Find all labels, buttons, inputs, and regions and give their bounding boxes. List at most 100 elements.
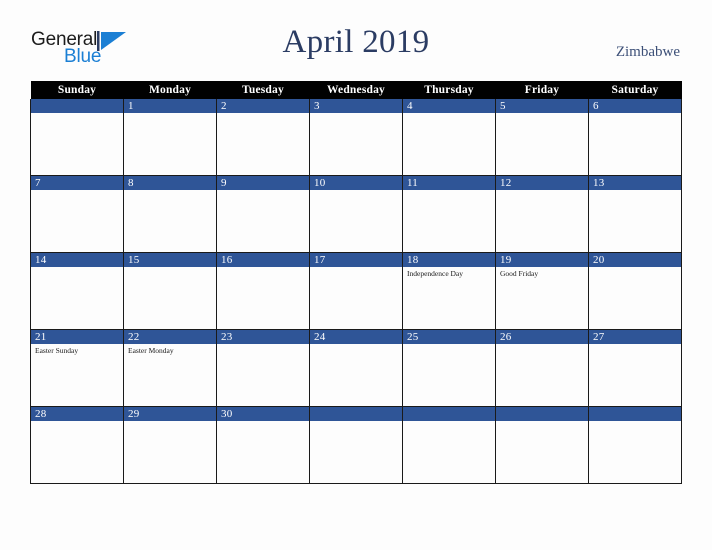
calendar-day-cell[interactable]: 20 — [588, 252, 682, 330]
day-number: 27 — [589, 330, 681, 344]
day-cell-content: 28 — [31, 407, 123, 483]
weekday-header-tuesday: Tuesday — [216, 81, 310, 99]
day-cell-content — [31, 99, 123, 175]
calendar-day-cell[interactable] — [402, 406, 496, 484]
day-cell-content: 24 — [310, 330, 402, 406]
calendar-day-cell[interactable]: 15 — [123, 252, 217, 330]
calendar-day-cell[interactable]: 21 Easter Sunday — [30, 329, 124, 407]
day-number: 17 — [310, 253, 402, 267]
day-cell-content: 8 — [124, 176, 216, 252]
day-cell-content: 16 — [217, 253, 309, 329]
calendar-day-cell[interactable] — [495, 406, 589, 484]
calendar-day-cell[interactable]: 6 — [588, 99, 682, 176]
day-cell-content: 2 — [217, 99, 309, 175]
day-events — [31, 267, 123, 269]
calendar-day-cell[interactable]: 19 Good Friday — [495, 252, 589, 330]
calendar-day-cell[interactable]: 16 — [216, 252, 310, 330]
day-cell-content: 25 — [403, 330, 495, 406]
day-cell-content: 13 — [589, 176, 681, 252]
day-number — [31, 99, 123, 113]
day-number: 28 — [31, 407, 123, 421]
calendar-day-cell[interactable]: 14 — [30, 252, 124, 330]
calendar-day-cell[interactable]: 7 — [30, 175, 124, 253]
day-number — [403, 407, 495, 421]
page-header: General Blue April 2019 Zimbabwe — [0, 0, 712, 80]
calendar-day-cell[interactable] — [588, 406, 682, 484]
day-number: 26 — [496, 330, 588, 344]
day-events — [403, 344, 495, 346]
calendar-day-cell[interactable]: 3 — [309, 99, 403, 176]
day-cell-content — [496, 407, 588, 483]
calendar-day-cell[interactable]: 18 Independence Day — [402, 252, 496, 330]
calendar-day-cell[interactable]: 1 — [123, 99, 217, 176]
calendar-body: 1 2 3 4 5 6 7 8 9 10 11 12 13 14 15 16 17 18 Independence … — [30, 99, 682, 484]
calendar-day-cell[interactable] — [30, 99, 124, 176]
day-cell-content: 11 — [403, 176, 495, 252]
holiday-label: Good Friday — [500, 269, 539, 278]
calendar-day-cell[interactable]: 30 — [216, 406, 310, 484]
day-number — [496, 407, 588, 421]
day-events — [124, 267, 216, 269]
day-cell-content: 7 — [31, 176, 123, 252]
day-events — [496, 113, 588, 115]
calendar-day-cell[interactable]: 8 — [123, 175, 217, 253]
calendar-day-cell[interactable]: 26 — [495, 329, 589, 407]
calendar-day-cell[interactable]: 11 — [402, 175, 496, 253]
day-events — [589, 421, 681, 423]
day-number: 14 — [31, 253, 123, 267]
calendar-day-cell[interactable]: 13 — [588, 175, 682, 253]
day-cell-content — [310, 407, 402, 483]
day-cell-content: 1 — [124, 99, 216, 175]
day-number: 20 — [589, 253, 681, 267]
calendar-day-cell[interactable]: 9 — [216, 175, 310, 253]
weekday-header-row: Sunday Monday Tuesday Wednesday Thursday… — [30, 81, 682, 99]
day-number: 30 — [217, 407, 309, 421]
day-events — [310, 113, 402, 115]
day-cell-content: 19 Good Friday — [496, 253, 588, 329]
calendar-day-cell[interactable]: 24 — [309, 329, 403, 407]
calendar-day-cell[interactable]: 25 — [402, 329, 496, 407]
calendar-day-cell[interactable]: 23 — [216, 329, 310, 407]
day-cell-content: 22 Easter Monday — [124, 330, 216, 406]
day-number: 12 — [496, 176, 588, 190]
day-events — [310, 267, 402, 269]
calendar-day-cell[interactable]: 10 — [309, 175, 403, 253]
day-cell-content: 23 — [217, 330, 309, 406]
day-number: 22 — [124, 330, 216, 344]
day-number: 24 — [310, 330, 402, 344]
day-number: 19 — [496, 253, 588, 267]
calendar-day-cell[interactable]: 4 — [402, 99, 496, 176]
day-number: 4 — [403, 99, 495, 113]
calendar-day-cell[interactable]: 17 — [309, 252, 403, 330]
day-number: 7 — [31, 176, 123, 190]
day-number: 5 — [496, 99, 588, 113]
day-cell-content: 26 — [496, 330, 588, 406]
day-events — [310, 421, 402, 423]
weekday-header-sunday: Sunday — [30, 81, 124, 99]
calendar-day-cell[interactable]: 22 Easter Monday — [123, 329, 217, 407]
calendar-week-row: 123456 — [30, 99, 682, 176]
calendar-day-cell[interactable]: 12 — [495, 175, 589, 253]
day-cell-content: 21 Easter Sunday — [31, 330, 123, 406]
calendar-day-cell[interactable]: 29 — [123, 406, 217, 484]
weekday-header-friday: Friday — [495, 81, 589, 99]
day-cell-content: 17 — [310, 253, 402, 329]
day-events — [217, 113, 309, 115]
calendar-day-cell[interactable]: 27 — [588, 329, 682, 407]
day-events — [124, 113, 216, 115]
day-cell-content: 30 — [217, 407, 309, 483]
calendar-day-cell[interactable] — [309, 406, 403, 484]
day-events: Good Friday — [496, 267, 588, 278]
day-cell-content: 27 — [589, 330, 681, 406]
day-number: 1 — [124, 99, 216, 113]
day-cell-content: 29 — [124, 407, 216, 483]
day-events — [403, 113, 495, 115]
calendar-day-cell[interactable]: 5 — [495, 99, 589, 176]
calendar-day-cell[interactable]: 28 — [30, 406, 124, 484]
calendar-day-cell[interactable]: 2 — [216, 99, 310, 176]
day-number: 16 — [217, 253, 309, 267]
day-cell-content: 3 — [310, 99, 402, 175]
weekday-header-saturday: Saturday — [588, 81, 682, 99]
calendar-week-row: 14 15 16 17 18 Independence Day 19 Good Friday 2… — [30, 252, 682, 330]
day-events — [217, 267, 309, 269]
